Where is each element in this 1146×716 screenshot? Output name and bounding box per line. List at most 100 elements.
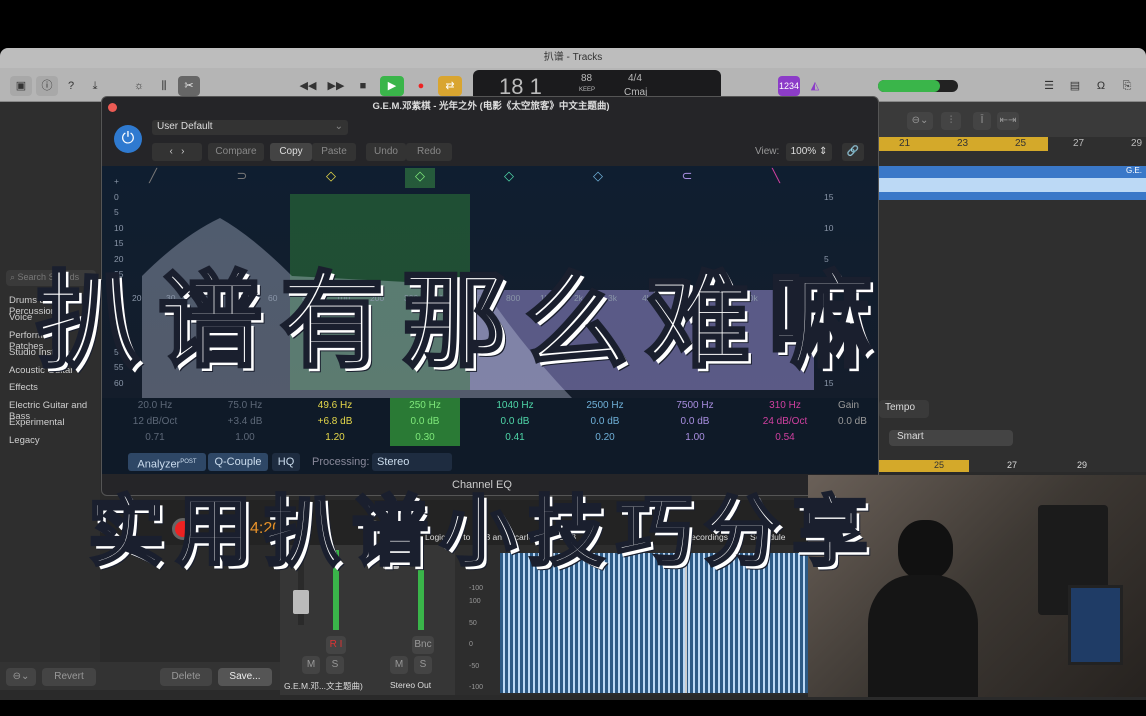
library-item[interactable]: Effects bbox=[9, 382, 38, 393]
loops-icon[interactable]: Ω bbox=[1092, 76, 1110, 96]
band-frequency[interactable]: 75.0 Hz bbox=[210, 398, 280, 414]
band-gain[interactable]: +3.4 dB bbox=[210, 414, 280, 430]
record-input-button[interactable]: R I bbox=[326, 636, 346, 654]
editors-icon[interactable]: ✂ bbox=[178, 76, 200, 96]
record-button[interactable]: ● bbox=[412, 76, 430, 96]
rewind-icon[interactable]: ◀◀ bbox=[298, 76, 318, 96]
help-icon[interactable]: ? bbox=[62, 76, 80, 96]
mute-button[interactable]: M bbox=[390, 656, 408, 674]
processing-select[interactable]: Stereo bbox=[372, 453, 452, 471]
band-frequency[interactable]: 20.0 Hz bbox=[120, 398, 190, 414]
person bbox=[898, 520, 953, 580]
master-volume-slider[interactable] bbox=[878, 80, 958, 92]
library-item[interactable]: Experimental bbox=[9, 417, 64, 428]
band-gain[interactable]: 12 dB/Oct bbox=[120, 414, 190, 430]
metronome-icon[interactable]: ◭ bbox=[806, 76, 824, 96]
browser-icon[interactable]: ⎘ bbox=[1118, 76, 1136, 96]
prev-next-buttons[interactable]: ‹ › bbox=[152, 143, 202, 161]
inspector-button[interactable]: ⓘ bbox=[36, 76, 58, 96]
play-button[interactable]: ▶ bbox=[380, 76, 404, 96]
undo-button[interactable]: Undo bbox=[366, 143, 406, 161]
band-8-toggle-icon[interactable]: ╲ bbox=[761, 168, 791, 188]
band-4-params[interactable]: 250 Hz 0.0 dB 0.30 bbox=[390, 398, 460, 446]
view-select[interactable]: 100% ⇕ bbox=[786, 143, 832, 161]
band-3-toggle-icon[interactable]: ◇ bbox=[316, 168, 346, 188]
list-icon[interactable]: ☰ bbox=[1040, 76, 1058, 96]
band-gain[interactable]: 0.0 dB bbox=[390, 414, 460, 430]
tempo-button[interactable]: Tempo bbox=[879, 400, 929, 418]
library-button[interactable]: ▣ bbox=[10, 76, 32, 96]
library-item[interactable]: Voice bbox=[9, 312, 32, 323]
band-frequency[interactable]: 2500 Hz bbox=[570, 398, 640, 414]
audio-region[interactable]: G.E. bbox=[879, 166, 1146, 200]
band-frequency[interactable]: 7500 Hz bbox=[660, 398, 730, 414]
band-2-params[interactable]: 75.0 Hz +3.4 dB 1.00 bbox=[210, 398, 280, 446]
band-gain[interactable]: 24 dB/Oct bbox=[750, 414, 820, 430]
notepad-icon[interactable]: ▤ bbox=[1066, 76, 1084, 96]
band-5-toggle-icon[interactable]: ◇ bbox=[494, 168, 524, 188]
band-gain[interactable]: 0.0 dB bbox=[570, 414, 640, 430]
gain-scale-label: 15 bbox=[824, 192, 834, 202]
band-q[interactable]: 1.00 bbox=[660, 430, 730, 446]
band-6-params[interactable]: 2500 Hz 0.0 dB 0.20 bbox=[570, 398, 640, 446]
delete-button[interactable]: Delete bbox=[160, 668, 212, 686]
band-8-params[interactable]: 310 Hz 24 dB/Oct 0.54 bbox=[750, 398, 820, 446]
hq-button[interactable]: HQ bbox=[272, 453, 300, 471]
band-3-params[interactable]: 49.6 Hz +6.8 dB 1.20 bbox=[300, 398, 370, 446]
band-gain[interactable]: +6.8 dB bbox=[300, 414, 370, 430]
mute-button[interactable]: M bbox=[302, 656, 320, 674]
band-7-params[interactable]: 7500 Hz 0.0 dB 1.00 bbox=[660, 398, 730, 446]
band-q[interactable]: 1.00 bbox=[210, 430, 280, 446]
band-q[interactable]: 0.20 bbox=[570, 430, 640, 446]
analyzer-button[interactable]: AnalyzerPOST bbox=[128, 453, 206, 471]
band-gain[interactable]: 0.0 dB bbox=[660, 414, 730, 430]
fit-icon[interactable]: ⇤⇥ bbox=[997, 112, 1019, 130]
band-frequency[interactable]: 310 Hz bbox=[750, 398, 820, 414]
save-button[interactable]: Save... bbox=[218, 668, 272, 686]
revert-button[interactable]: Revert bbox=[42, 668, 96, 686]
download-icon[interactable]: ⤓ bbox=[86, 76, 104, 96]
band-7-toggle-icon[interactable]: ⊂ bbox=[672, 168, 702, 188]
band-q[interactable]: 0.30 bbox=[390, 430, 460, 446]
smart-controls-icon[interactable]: ☼ bbox=[130, 76, 148, 96]
bounce-button[interactable]: Bnc bbox=[412, 636, 434, 654]
channel-fader[interactable] bbox=[293, 590, 309, 614]
mode-select[interactable]: Smart bbox=[889, 430, 1013, 446]
forward-icon[interactable]: ▶▶ bbox=[326, 76, 346, 96]
band-4-toggle-icon[interactable]: ◇ bbox=[405, 168, 435, 188]
band-1-toggle-icon[interactable]: ╱ bbox=[138, 168, 168, 188]
mixer-icon[interactable]: ⫼ bbox=[155, 76, 173, 96]
paste-button[interactable]: Paste bbox=[312, 143, 356, 161]
band-gain[interactable]: 0.0 dB bbox=[480, 414, 550, 430]
link-icon[interactable]: 🔗 bbox=[842, 143, 864, 161]
compare-button[interactable]: Compare bbox=[208, 143, 264, 161]
vertical-zoom-icon[interactable]: Ī bbox=[973, 112, 991, 130]
band-1-params[interactable]: 20.0 Hz 12 dB/Oct 0.71 bbox=[120, 398, 190, 446]
copy-button[interactable]: Copy bbox=[270, 143, 312, 161]
q-couple-button[interactable]: Q-Couple bbox=[208, 453, 268, 471]
waveform-zoom-icon[interactable]: ⫶ bbox=[941, 112, 961, 130]
solo-button[interactable]: S bbox=[326, 656, 344, 674]
band-6-toggle-icon[interactable]: ◇ bbox=[583, 168, 613, 188]
stop-icon[interactable]: ■ bbox=[355, 76, 371, 96]
wave-scale-label: -50 bbox=[469, 663, 480, 670]
band-2-toggle-icon[interactable]: ⊃ bbox=[227, 168, 257, 188]
power-button[interactable]: ⏻ bbox=[114, 125, 142, 153]
band-frequency[interactable]: 1040 Hz bbox=[480, 398, 550, 414]
band-frequency[interactable]: 250 Hz bbox=[390, 398, 460, 414]
band-q[interactable]: 0.54 bbox=[750, 430, 820, 446]
band-q[interactable]: 1.20 bbox=[300, 430, 370, 446]
cycle-button[interactable]: ⇄ bbox=[438, 76, 462, 96]
automation-button[interactable]: ⊖⌄ bbox=[907, 112, 933, 130]
action-menu-button[interactable]: ⊖⌄ bbox=[6, 668, 36, 686]
band-5-params[interactable]: 1040 Hz 0.0 dB 0.41 bbox=[480, 398, 550, 446]
gain-value[interactable]: 0.0 dB bbox=[838, 414, 867, 430]
solo-button[interactable]: S bbox=[414, 656, 432, 674]
count-in-button[interactable]: 1234 bbox=[778, 76, 800, 96]
preset-select[interactable]: User Default ⌄ bbox=[152, 120, 348, 135]
band-q[interactable]: 0.71 bbox=[120, 430, 190, 446]
band-frequency[interactable]: 49.6 Hz bbox=[300, 398, 370, 414]
library-item[interactable]: Legacy bbox=[9, 435, 40, 446]
band-q[interactable]: 0.41 bbox=[480, 430, 550, 446]
redo-button[interactable]: Redo bbox=[406, 143, 452, 161]
